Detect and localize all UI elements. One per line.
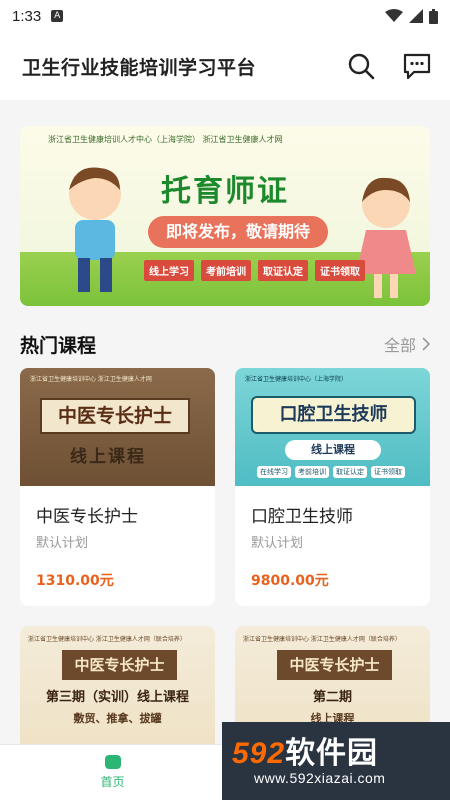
home-icon <box>104 755 121 769</box>
battery-icon <box>429 8 438 24</box>
message-button[interactable] <box>402 51 432 81</box>
notification-badge: A <box>51 10 64 22</box>
app-title: 卫生行业技能培训学习平台 <box>22 56 257 79</box>
course-name: 口腔卫生技师 <box>251 507 353 527</box>
banner-tag: 考前培训 <box>201 260 251 281</box>
view-all-label: 全部 <box>383 336 416 355</box>
course-thumbnail: 浙江省卫生健康培训中心（上海学院） 口腔卫生技师 线上课程 在线学习 考前培训 … <box>235 368 430 486</box>
thumb-chip: 证书领取 <box>371 466 405 478</box>
header-actions <box>346 51 432 81</box>
course-thumbnail: 浙江省卫生健康培训中心 浙江卫生健康人才网 中医专长护士 线上课程 <box>20 368 215 486</box>
search-button[interactable] <box>346 51 376 81</box>
nav-item-home[interactable]: 首页 <box>0 745 225 800</box>
watermark-text: 软件园 <box>285 737 379 770</box>
banner-tags: 线上学习 考前培训 取证认定 证书领取 <box>144 260 365 281</box>
status-time: 1:33 <box>12 7 42 25</box>
thumb-chip: 取证认定 <box>333 466 367 478</box>
course-thumbnail: 浙江省卫生健康培训中心 浙江卫生健康人才网（联合培养） 中医专长护士 第三期（实… <box>20 626 215 744</box>
signal-icon <box>409 9 423 23</box>
nav-label: 首页 <box>100 775 125 789</box>
thumb-org-text: 浙江省卫生健康培训中心 浙江卫生健康人才网 <box>30 376 152 383</box>
course-plan: 默认计划 <box>36 536 89 551</box>
course-card[interactable]: 浙江省卫生健康培训中心（上海学院） 口腔卫生技师 线上课程 在线学习 考前培训 … <box>235 368 430 606</box>
search-icon <box>348 53 375 80</box>
course-price: 1310.00元 <box>36 573 114 589</box>
thumb-org-text: 浙江省卫生健康培训中心 浙江卫生健康人才网（联合培养） <box>243 636 401 643</box>
course-price: 9800.00元 <box>251 573 329 589</box>
thumb-subtitle: 第二期 <box>312 690 352 705</box>
course-plan: 默认计划 <box>251 536 304 551</box>
thumb-title: 中医专长护士 <box>62 650 177 680</box>
thumb-title: 中医专长护士 <box>40 398 190 434</box>
banner-tag: 取证认定 <box>258 260 308 281</box>
thumb-org-text: 浙江省卫生健康培训中心（上海学院） <box>245 376 348 383</box>
chevron-right-icon <box>422 337 430 351</box>
watermark-number: 592 <box>232 737 286 770</box>
thumb-title: 中医专长护士 <box>277 650 392 680</box>
thumb-title: 口腔卫生技师 <box>251 396 416 434</box>
view-all-link[interactable]: 全部 <box>384 332 430 356</box>
banner-subheadline: 即将发布，敬请期待 <box>148 216 328 248</box>
banner-tag: 线上学习 <box>144 260 194 281</box>
thumb-subtitle: 线上课程 <box>285 440 381 460</box>
thumb-chip: 在线学习 <box>257 466 291 478</box>
main-content: 浙江省卫生健康培训人才中心（上海学院） 浙江省卫生健康人才网 托育师证 即将发布… <box>0 100 450 744</box>
banner-org-text: 浙江省卫生健康培训人才中心（上海学院） 浙江省卫生健康人才网 <box>48 135 283 144</box>
thumb-chips: 在线学习 考前培训 取证认定 证书领取 <box>257 466 405 478</box>
app-header: 卫生行业技能培训学习平台 <box>0 32 450 100</box>
course-card[interactable]: 浙江省卫生健康培训中心 浙江卫生健康人才网 中医专长护士 线上课程 中医专长护士… <box>20 368 215 606</box>
banner-tag: 证书领取 <box>315 260 365 281</box>
message-icon <box>403 53 431 80</box>
hot-courses-header: 热门课程 全部 <box>20 326 430 362</box>
section-title: 热门课程 <box>20 334 97 357</box>
course-name: 中医专长护士 <box>36 507 138 527</box>
wifi-icon <box>385 9 403 22</box>
watermark-logo: 592软件园 <box>232 728 378 772</box>
thumb-chip: 考前培训 <box>295 466 329 478</box>
status-icons <box>385 8 438 24</box>
site-watermark: 592软件园 www.592xiazai.com <box>222 722 450 800</box>
thumb-subtitle: 线上课程 <box>70 447 146 467</box>
thumb-subtitle-2: 敷贸、推拿、拔罐 <box>73 712 162 725</box>
course-card[interactable]: 浙江省卫生健康培训中心 浙江卫生健康人才网（联合培养） 中医专长护士 第三期（实… <box>20 626 215 744</box>
status-bar: 1:33 A <box>0 0 450 32</box>
watermark-url: www.592xiazai.com <box>254 770 386 786</box>
thumb-org-text: 浙江省卫生健康培训中心 浙江卫生健康人才网（联合培养） <box>28 636 186 643</box>
thumb-subtitle: 第三期（实训）线上课程 <box>45 690 189 705</box>
promo-banner[interactable]: 浙江省卫生健康培训人才中心（上海学院） 浙江省卫生健康人才网 托育师证 即将发布… <box>20 126 430 306</box>
banner-headline: 托育师证 <box>161 174 289 209</box>
